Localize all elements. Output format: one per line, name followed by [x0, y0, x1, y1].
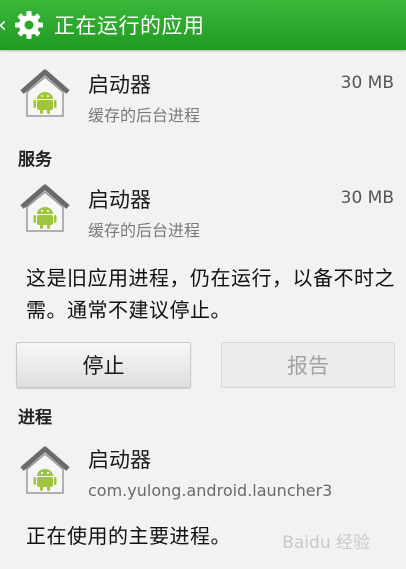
launcher-app-icon [20, 184, 70, 232]
memory-size: 30 MB [340, 188, 394, 208]
app-row-process: 启动器 com.yulong.android.launcher3 [0, 437, 406, 509]
section-header-processes: 进程 [18, 408, 52, 428]
gear-icon[interactable] [12, 8, 46, 42]
watermark: Baidu 经验 [282, 533, 370, 553]
launcher-app-icon [20, 446, 70, 494]
action-bar: ‹ 正在运行的应用 [0, 0, 406, 50]
app-status: 缓存的后台进程 [88, 106, 201, 125]
process-package-name: com.yulong.android.launcher3 [88, 481, 333, 500]
app-row-service: 启动器 缓存的后台进程 30 MB [0, 175, 406, 245]
launcher-app-icon [20, 69, 70, 117]
chevron-left-icon[interactable]: ‹ [0, 13, 8, 38]
app-status: 缓存的后台进程 [88, 221, 201, 240]
page-title: 正在运行的应用 [54, 14, 205, 38]
app-name: 启动器 [88, 448, 151, 472]
report-button[interactable]: 报告 [221, 342, 395, 388]
memory-size: 30 MB [340, 73, 394, 93]
app-name: 启动器 [88, 73, 151, 97]
stop-button[interactable]: 停止 [16, 342, 191, 388]
app-row-cached[interactable]: 启动器 缓存的后台进程 30 MB [0, 60, 406, 130]
service-description: 这是旧应用进程，仍在运行，以备不时之需。通常不建议停止。 [26, 266, 395, 322]
app-name: 启动器 [88, 188, 151, 212]
section-header-services: 服务 [18, 150, 52, 170]
